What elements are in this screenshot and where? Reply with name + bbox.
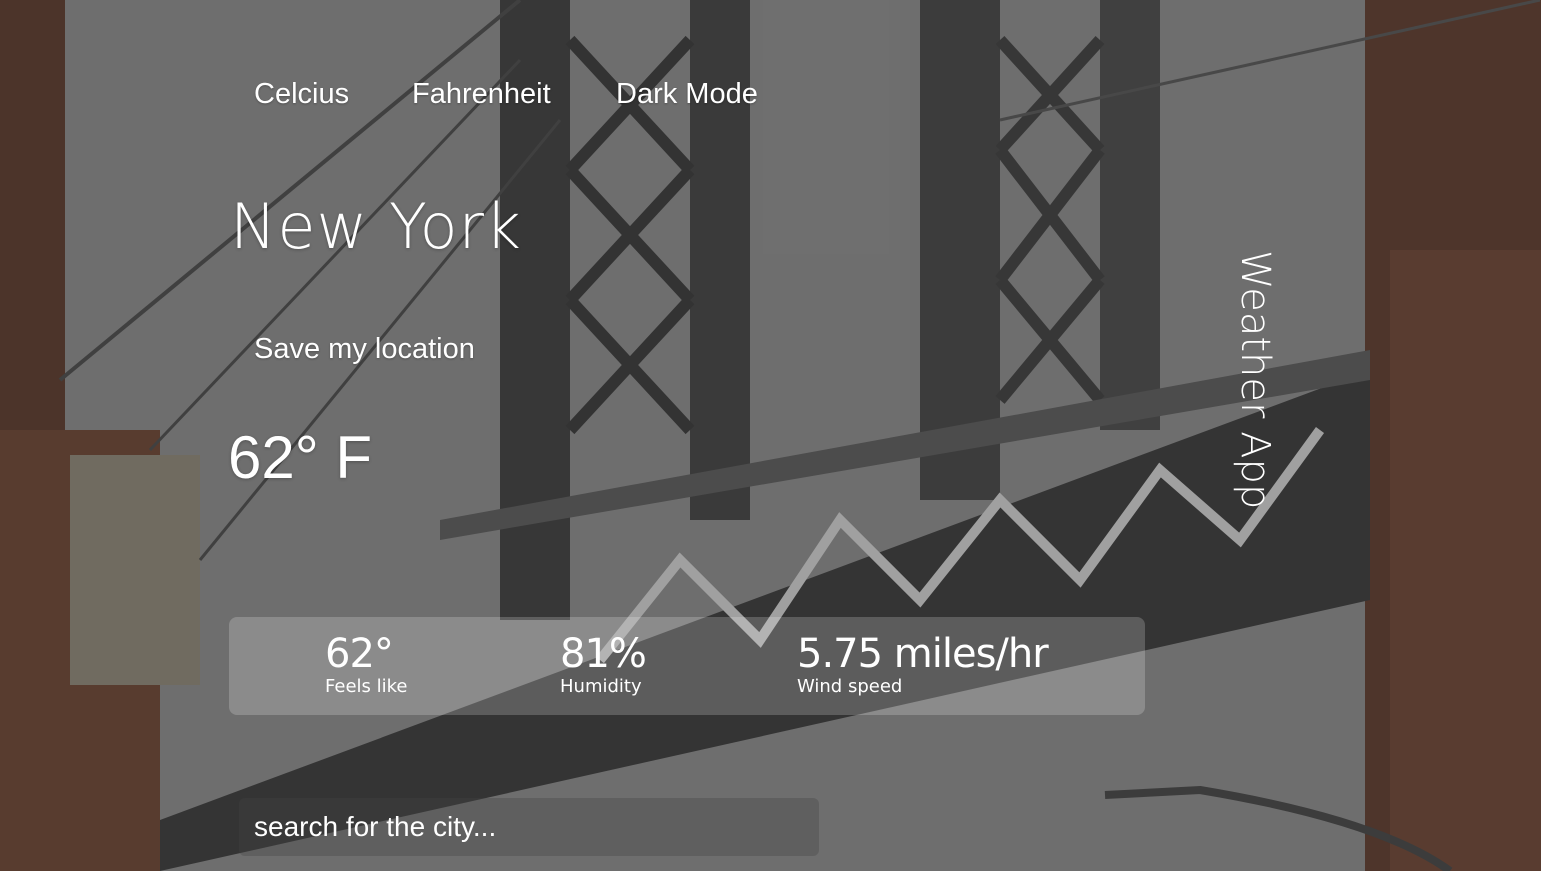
weather-app: Celcius Fahrenheit Dark Mode New York Sa…: [0, 0, 1541, 871]
humidity-value: 81%: [560, 631, 647, 677]
celcius-button[interactable]: Celcius: [254, 78, 349, 111]
weather-stats-panel: 62° Feels like 81% Humidity 5.75 miles/h…: [229, 617, 1145, 715]
wind-speed-label: Wind speed: [797, 676, 903, 697]
fahrenheit-button[interactable]: Fahrenheit: [412, 78, 551, 111]
feels-like-label: Feels like: [325, 676, 408, 697]
feels-like-value: 62°: [325, 631, 394, 677]
save-location-button[interactable]: Save my location: [254, 333, 475, 366]
current-temperature: 62° F: [228, 424, 373, 491]
humidity-label: Humidity: [560, 676, 642, 697]
wind-speed-value: 5.75 miles/hr: [797, 631, 1049, 677]
app-title: Weather App: [1232, 250, 1278, 510]
city-search-input[interactable]: [239, 798, 819, 856]
dark-mode-button[interactable]: Dark Mode: [616, 78, 758, 111]
city-name: New York: [230, 190, 522, 263]
feels-like-stat: 62° Feels like: [325, 631, 407, 697]
wind-speed-stat: 5.75 miles/hr Wind speed: [797, 631, 1049, 697]
humidity-stat: 81% Humidity: [560, 631, 647, 697]
